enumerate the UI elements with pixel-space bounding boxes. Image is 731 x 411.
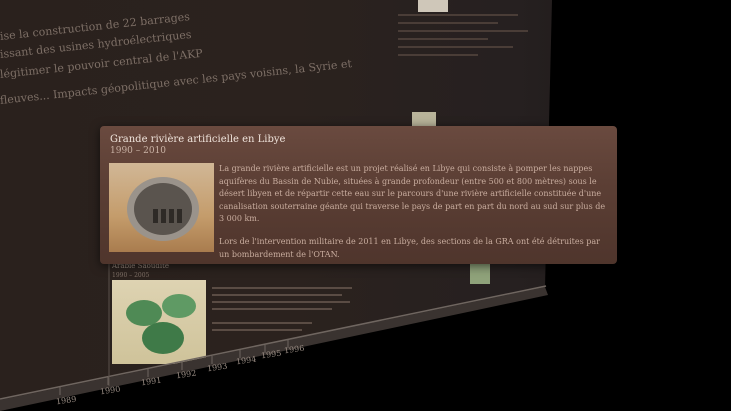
event-date: 1990 – 2010 — [110, 146, 167, 156]
timeline-year-label[interactable]: 1992 — [175, 369, 196, 381]
event-thumbnail[interactable] — [418, 0, 448, 12]
timeline-year-label[interactable]: 1989 — [55, 395, 76, 407]
event-image-pipe — [109, 163, 214, 252]
event-detail-popup[interactable]: Grande rivière artificielle en Libye 199… — [100, 126, 617, 264]
event-title: Grande rivière artificielle en Libye — [110, 134, 286, 145]
event-thumbnail[interactable] — [412, 112, 436, 126]
event-description: La grande rivière artificielle est un pr… — [219, 163, 609, 271]
event-description-paragraph: La grande rivière artificielle est un pr… — [219, 164, 606, 224]
timeline-year-label[interactable]: 1993 — [206, 362, 227, 374]
timeline-year-label[interactable]: 1994 — [235, 355, 256, 367]
event-description-paragraph: Lors de l'intervention militaire de 2011… — [219, 236, 600, 259]
event-card-description — [212, 282, 360, 336]
event-card-arabie-saoudite[interactable]: Arabie Saoudite 1990 – 2005 — [112, 262, 362, 366]
event-card-date: 1990 – 2005 — [112, 272, 150, 279]
far-event-column — [398, 8, 538, 62]
timeline-year-label[interactable]: 1990 — [99, 385, 120, 397]
event-card-image — [112, 280, 206, 364]
timeline-year-label[interactable]: 1991 — [140, 376, 161, 388]
timeline-year-label[interactable]: 1996 — [283, 344, 304, 356]
timeline-year-label[interactable]: 1995 — [260, 349, 281, 361]
